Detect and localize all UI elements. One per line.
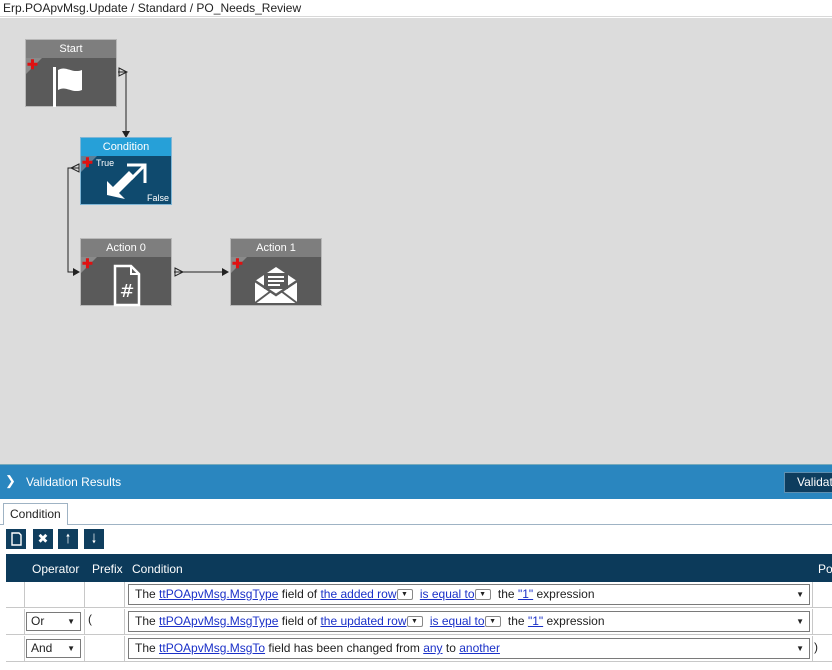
- chevron-down-icon[interactable]: ▼: [796, 585, 804, 604]
- header-operator: Operator: [32, 562, 80, 576]
- postfix-cell[interactable]: ): [814, 640, 818, 654]
- chevron-down-icon[interactable]: ▼: [796, 612, 804, 631]
- field-link[interactable]: ttPOApvMsg.MsgType: [159, 587, 278, 601]
- script-document-icon: #: [113, 264, 141, 307]
- action0-node[interactable]: Action 0 ✚ #: [80, 238, 172, 307]
- value-link[interactable]: "1": [518, 587, 533, 601]
- add-icon[interactable]: ✚: [27, 58, 38, 71]
- operator-link[interactable]: is equal to: [420, 587, 475, 601]
- workflow-canvas[interactable]: Start ✚ Condition ✚ True False Action 0 …: [0, 18, 832, 464]
- action1-node[interactable]: Action 1 ✚: [230, 238, 322, 306]
- condition-cell[interactable]: The ttPOApvMsg.MsgType field of the upda…: [128, 611, 810, 632]
- header-condition: Condition: [132, 562, 183, 576]
- tab-condition[interactable]: Condition: [3, 503, 68, 525]
- svg-text:#: #: [119, 281, 134, 302]
- validation-title: Validation Results: [26, 475, 122, 489]
- connector-condition-action0: [67, 167, 79, 273]
- chevron-down-icon[interactable]: ▼: [396, 589, 413, 601]
- validation-bar[interactable]: ❯ Validation Results Validate: [0, 464, 832, 499]
- false-label: False: [146, 193, 169, 203]
- add-icon[interactable]: ✚: [82, 156, 93, 169]
- table-row[interactable]: The ttPOApvMsg.MsgType field of the adde…: [6, 582, 832, 608]
- condition-cell[interactable]: The ttPOApvMsg.MsgTo field has been chan…: [128, 638, 810, 659]
- add-icon[interactable]: ✚: [82, 257, 93, 270]
- operator-select[interactable]: And ▼: [26, 639, 81, 658]
- row-link[interactable]: the updated row: [320, 614, 406, 628]
- toolbar: ✖ 🠑 🠓: [0, 526, 832, 552]
- table-row[interactable]: Or ▼ ( The ttPOApvMsg.MsgType field of th…: [6, 609, 832, 635]
- chevron-down-icon[interactable]: ▼: [67, 640, 75, 657]
- condition-node[interactable]: Condition ✚ True False: [80, 137, 172, 205]
- flag-icon: [53, 67, 82, 107]
- chevron-down-icon[interactable]: ▼: [474, 589, 491, 601]
- field-link[interactable]: ttPOApvMsg.MsgTo: [159, 641, 265, 655]
- breadcrumb: Erp.POApvMsg.Update / Standard / PO_Need…: [0, 0, 832, 17]
- tab-strip: Condition: [0, 500, 832, 525]
- chevron-down-icon[interactable]: ▼: [484, 616, 501, 628]
- row-link[interactable]: the added row: [320, 587, 396, 601]
- from-link[interactable]: any: [423, 641, 442, 655]
- email-icon: [254, 267, 298, 304]
- delete-icon[interactable]: ✖: [33, 529, 53, 549]
- operator-select[interactable]: Or ▼: [26, 612, 81, 631]
- to-link[interactable]: another: [459, 641, 500, 655]
- chevron-down-icon[interactable]: ▼: [796, 639, 804, 658]
- prefix-cell[interactable]: (: [88, 612, 92, 626]
- grid-header: Operator Prefix Condition Po: [6, 554, 832, 582]
- table-row[interactable]: And ▼ The ttPOApvMsg.MsgTo field has been…: [6, 636, 832, 662]
- start-node[interactable]: Start ✚: [25, 39, 117, 107]
- add-icon[interactable]: ✚: [232, 257, 243, 270]
- header-prefix: Prefix: [92, 562, 123, 576]
- arrow-action1-in: [222, 268, 229, 276]
- condition-node-title: Condition: [81, 138, 171, 156]
- condition-cell[interactable]: The ttPOApvMsg.MsgType field of the adde…: [128, 584, 810, 605]
- branch-arrows-icon: [107, 163, 147, 199]
- field-link[interactable]: ttPOApvMsg.MsgType: [159, 614, 278, 628]
- arrow-action0-in: [73, 268, 80, 276]
- action0-node-title: Action 0: [81, 239, 171, 257]
- chevron-down-icon[interactable]: ❯: [5, 473, 16, 489]
- chevron-down-icon[interactable]: ▼: [67, 613, 75, 630]
- start-node-title: Start: [26, 40, 116, 58]
- validate-button[interactable]: Validate: [784, 472, 832, 493]
- move-up-icon[interactable]: 🠑: [58, 529, 78, 549]
- header-postfix: Po: [818, 562, 832, 576]
- value-link[interactable]: "1": [528, 614, 543, 628]
- new-icon[interactable]: [6, 529, 26, 549]
- move-down-icon[interactable]: 🠓: [84, 529, 104, 549]
- action1-node-title: Action 1: [231, 239, 321, 257]
- chevron-down-icon[interactable]: ▼: [406, 616, 423, 628]
- operator-link[interactable]: is equal to: [430, 614, 485, 628]
- connector-start-condition: [118, 71, 127, 132]
